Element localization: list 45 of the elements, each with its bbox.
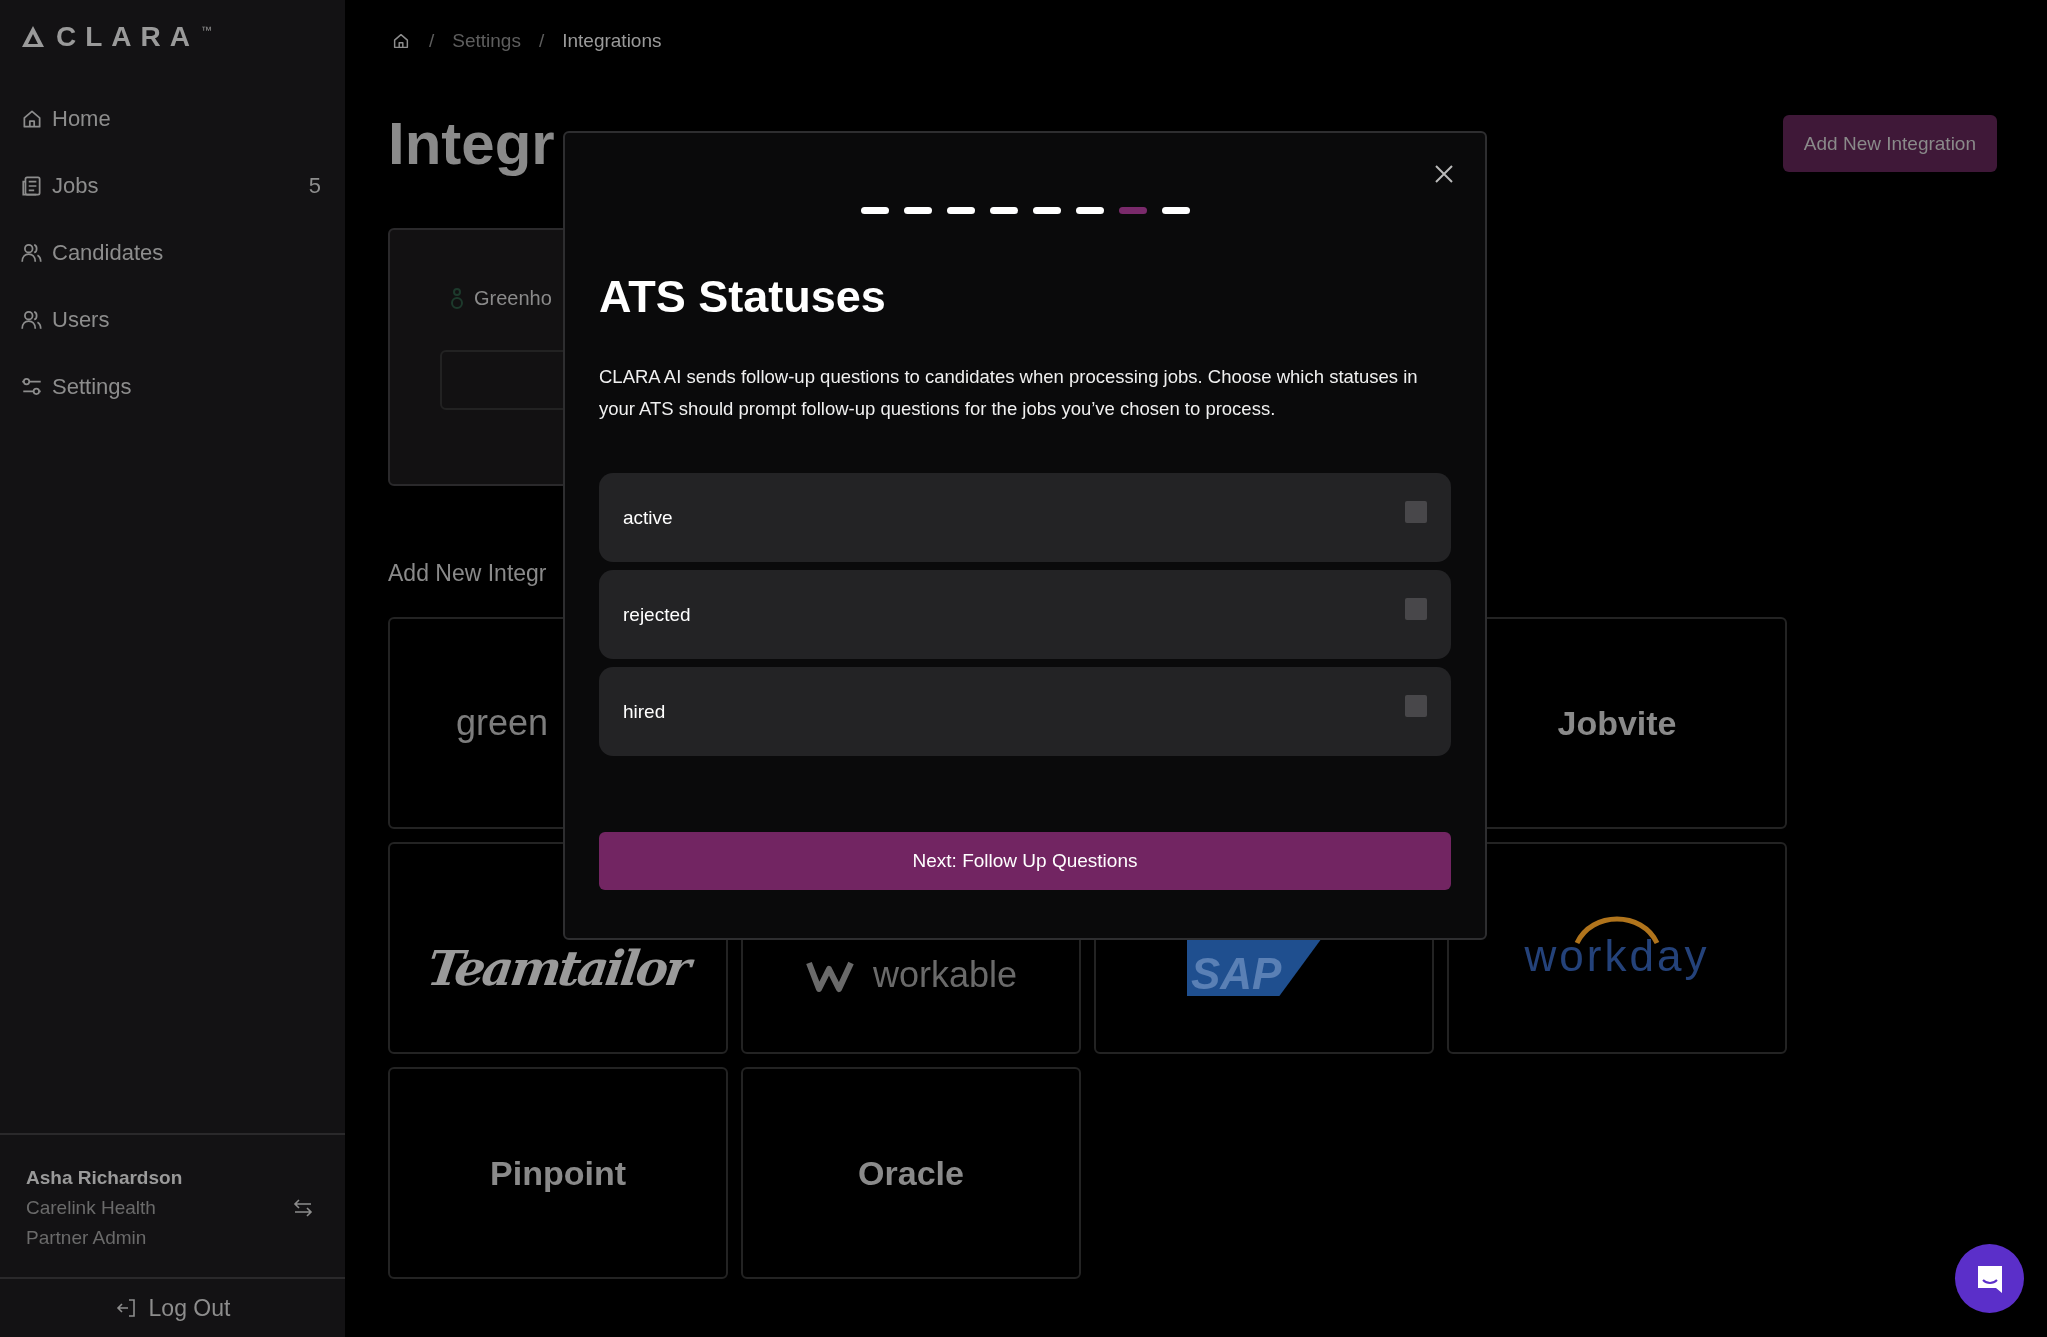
status-option[interactable]: active [599,473,1451,562]
modal-description: CLARA AI sends follow-up questions to candidates when processing jobs. Choose which statuses in your ATS should prompt follow-up questions for the jobs you’ve chosen to process. [599,365,1419,421]
checkbox[interactable] [1405,695,1427,717]
breadcrumb-separator: / [538,30,545,52]
nav-item[interactable]: Home [20,96,321,142]
trademark: ™ [201,24,212,36]
breadcrumb-link[interactable]: Settings [452,30,521,52]
add-integration-button[interactable]: Add New Integration [1782,115,1997,172]
logo-wordmark: workday [1524,931,1710,981]
section-title: Add New Integr [388,560,548,587]
document-icon [20,174,44,198]
home-icon[interactable] [391,31,411,51]
sprout-icon [450,286,464,310]
nav-item[interactable]: Settings [20,364,321,410]
logo-wordmark: Pinpoint [490,1153,626,1193]
logo-icon [20,24,46,50]
nav-item[interactable]: Users [20,297,321,343]
checkbox[interactable] [1405,598,1427,620]
integration-name: Greenho [474,286,552,310]
nav-item[interactable]: Candidates [20,230,321,276]
user-role: Partner Admin [26,1227,148,1249]
logo-wordmark: Jobvite [1557,703,1677,743]
logo-text: CLARA [56,21,199,53]
checkbox[interactable] [1405,501,1427,523]
organization-name: Carelink Health [26,1197,157,1219]
people-icon [20,241,44,265]
status-option[interactable]: rejected [599,570,1451,659]
greenhouse-logo: green [456,702,549,744]
logo-wordmark: Oracle [858,1153,964,1193]
modal-title: ATS Statuses [599,271,887,323]
count: 5 [308,173,321,199]
status-option[interactable]: hired [599,667,1451,756]
breadcrumb-separator: / [429,30,435,52]
integration-card[interactable]: Pinpoint [388,1067,728,1279]
logo-wordmark: workable [872,954,1018,996]
status-label: active [623,506,673,529]
next-button[interactable]: Next: Follow Up Questions [599,832,1451,890]
page-title: Integr [388,109,555,178]
nav-item[interactable]: Jobs 5 [20,163,321,209]
people-icon [20,308,44,332]
integration-card[interactable]: Oracle [741,1067,1081,1279]
status-label: hired [623,700,666,723]
logout-button[interactable]: Log Out [0,1277,345,1337]
user-name: Asha Richardson [26,1167,184,1189]
breadcrumb-link[interactable]: Integrations [562,30,662,52]
